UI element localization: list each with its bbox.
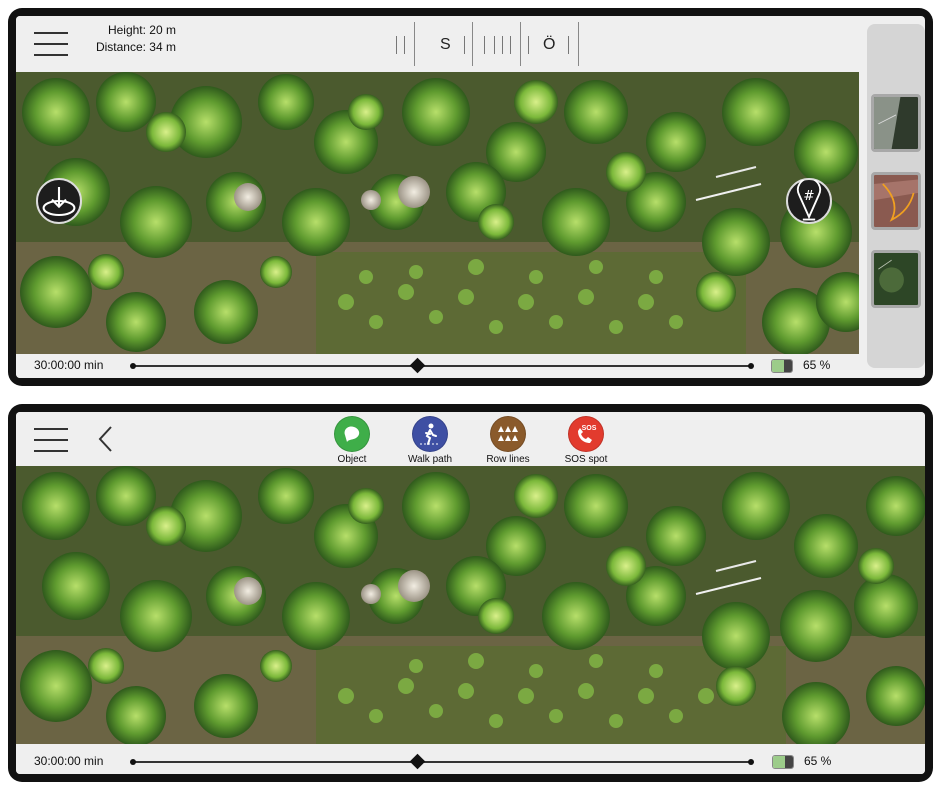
compass-south-label: S xyxy=(440,36,451,53)
svg-text:SOS: SOS xyxy=(582,425,597,432)
svg-text:#: # xyxy=(803,188,814,204)
height-readout: Height: 20 m xyxy=(107,23,176,37)
timeline-track[interactable] xyxy=(130,357,754,374)
tool-label: Object xyxy=(337,454,367,465)
battery-icon xyxy=(771,359,793,373)
playback-bar: 30:00:00 min 65 % xyxy=(16,354,863,378)
green-satellite-thumbnail[interactable] xyxy=(871,250,921,308)
distance-readout: Distance: 34 m xyxy=(95,40,176,54)
terrain-map-thumbnail[interactable] xyxy=(871,172,921,230)
tool-walk-path[interactable]: Walk path xyxy=(394,416,466,465)
annotation-view-device: Object Walk path Row lines SOS SOS spot … xyxy=(8,404,933,782)
playback-time: 30:00:00 min xyxy=(34,754,104,768)
object-bubble-icon xyxy=(334,416,370,452)
timeline-handle[interactable] xyxy=(409,753,426,770)
tag-location-button[interactable]: # xyxy=(786,178,832,224)
drone-camera-feed[interactable]: # xyxy=(16,72,859,354)
playback-bar: 30:00:00 min 65 % xyxy=(16,750,925,774)
back-chevron-icon[interactable] xyxy=(96,424,116,454)
download-button[interactable] xyxy=(36,178,82,224)
sos-phone-icon: SOS xyxy=(568,416,604,452)
compass-east-label: Ö xyxy=(543,36,556,53)
battery-icon xyxy=(772,755,794,769)
hashtag-pin-icon: # xyxy=(796,180,822,221)
map-layer-panel xyxy=(867,24,925,368)
annotation-toolbar: Object Walk path Row lines SOS SOS spot xyxy=(16,412,925,468)
telemetry-readout: Height: 20 m Distance: 34 m xyxy=(86,22,176,56)
forest-aerial-image xyxy=(16,466,925,744)
walking-person-icon xyxy=(412,416,448,452)
download-tray-icon xyxy=(42,187,76,217)
compass-strip: S Ö xyxy=(388,16,579,68)
hamburger-menu-icon[interactable] xyxy=(34,30,68,58)
tool-label: Row lines xyxy=(486,454,530,465)
tool-label: SOS spot xyxy=(564,454,608,465)
tool-object[interactable]: Object xyxy=(316,416,388,465)
playback-time: 30:00:00 min xyxy=(34,358,104,372)
drone-camera-feed[interactable] xyxy=(16,466,925,744)
timeline-handle[interactable] xyxy=(409,357,426,374)
forest-aerial-image xyxy=(16,72,859,354)
tool-row-lines[interactable]: Row lines xyxy=(472,416,544,465)
tool-label: Walk path xyxy=(407,454,453,465)
satellite-forest-thumbnail[interactable] xyxy=(871,94,921,152)
battery-percent: 65 % xyxy=(803,358,831,372)
top-toolbar: Height: 20 m Distance: 34 m S Ö xyxy=(16,16,863,72)
flight-view-device: Height: 20 m Distance: 34 m S Ö # 30:00:… xyxy=(8,8,933,386)
hamburger-menu-icon[interactable] xyxy=(34,426,68,454)
flight-view-screen: Height: 20 m Distance: 34 m S Ö # 30:00:… xyxy=(16,16,925,378)
timeline-track[interactable] xyxy=(130,753,754,770)
row-trees-icon xyxy=(490,416,526,452)
annotation-view-screen: Object Walk path Row lines SOS SOS spot … xyxy=(16,412,925,774)
tool-sos-spot[interactable]: SOS SOS spot xyxy=(550,416,622,465)
battery-percent: 65 % xyxy=(804,754,832,768)
